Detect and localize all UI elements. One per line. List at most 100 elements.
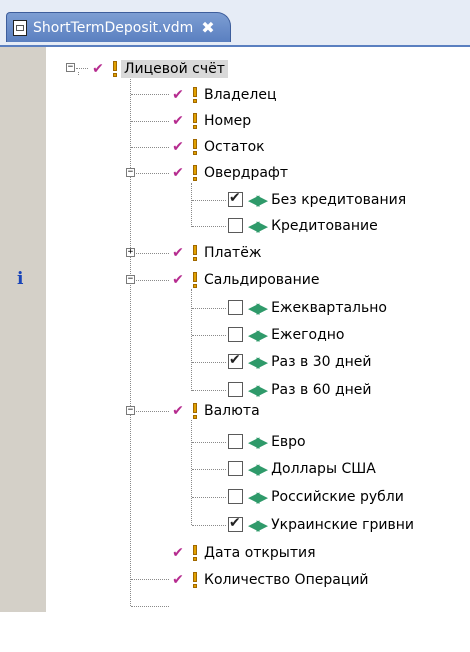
check-icon: ✔ [172, 571, 184, 588]
option-checkbox[interactable] [228, 382, 243, 397]
tree-line [130, 75, 131, 606]
option-checkbox[interactable] [228, 489, 243, 504]
tree-line [192, 200, 226, 201]
tree-node-balance[interactable]: ✔ Остаток [170, 134, 265, 159]
tree-node-payment[interactable]: ✔ Платёж [170, 240, 261, 265]
alternative-arrows-icon: ◀▶ [248, 380, 268, 399]
tree-line [191, 420, 192, 525]
option-checkbox[interactable] [228, 218, 243, 233]
option-label: Украинские гривни [271, 516, 414, 533]
tree-node-owner[interactable]: ✔ Владелец [170, 82, 277, 107]
tree-line [136, 173, 169, 174]
tree-line [191, 289, 192, 391]
tree-line [192, 525, 226, 526]
option-label: Ежеквартально [271, 299, 387, 316]
node-label: Лицевой счёт [121, 59, 228, 78]
tree-line [191, 183, 192, 227]
tree-line [131, 147, 169, 148]
node-label: Сальдирование [204, 271, 320, 288]
node-label: Дата открытия [204, 544, 316, 561]
check-icon: ✔ [172, 271, 184, 288]
check-icon: ✔ [172, 544, 184, 561]
tree-node-overdraft[interactable]: ✔ Овердрафт [170, 160, 288, 185]
exclamation-icon [192, 402, 198, 419]
exclamation-icon [112, 60, 118, 77]
node-label: Овердрафт [204, 164, 289, 181]
alternative-arrows-icon: ◀▶ [248, 216, 268, 235]
option-checkbox[interactable] [228, 327, 243, 342]
alternative-arrows-icon: ◀▶ [248, 515, 268, 534]
option-checkbox[interactable] [228, 190, 243, 207]
alternative-arrows-icon: ◀▶ [248, 432, 268, 451]
tree-line [78, 72, 79, 75]
tree-node-account[interactable]: ✔ Лицевой счёт [90, 56, 228, 81]
option-label: Раз в 30 дней [271, 353, 372, 370]
tree-option-uah[interactable]: ◀▶ Украинские гривни [228, 512, 414, 537]
check-icon: ✔ [172, 402, 184, 419]
exclamation-icon [192, 244, 198, 261]
feature-tree: − ✔ Лицевой счёт ✔ Владелец ✔ Номер ✔ Ос… [0, 0, 470, 652]
node-label: Остаток [204, 138, 265, 155]
option-label: Доллары США [271, 460, 376, 477]
tree-option-usd[interactable]: ◀▶ Доллары США [228, 456, 376, 481]
tree-line [131, 121, 169, 122]
node-label: Владелец [204, 86, 277, 103]
option-label: Российские рубли [271, 488, 404, 505]
exclamation-icon [192, 112, 198, 129]
tree-option-yearly[interactable]: ◀▶ Ежегодно [228, 322, 344, 347]
check-icon: ✔ [92, 60, 104, 77]
tree-node-settlement[interactable]: ✔ Сальдирование [170, 267, 319, 292]
tree-node-number[interactable]: ✔ Номер [170, 108, 251, 133]
collapse-toggle[interactable]: − [126, 275, 135, 284]
tree-line [192, 390, 226, 391]
tree-node-currency[interactable]: ✔ Валюта [170, 398, 260, 423]
exclamation-icon [192, 164, 198, 181]
option-label: Евро [271, 433, 306, 450]
tree-line [192, 308, 226, 309]
tree-option-credit[interactable]: ◀▶ Кредитование [228, 213, 378, 238]
option-checkbox[interactable] [228, 434, 243, 449]
option-checkbox[interactable] [228, 515, 243, 532]
collapse-toggle[interactable]: − [126, 168, 135, 177]
expand-toggle[interactable]: + [126, 248, 135, 257]
collapse-toggle[interactable]: − [126, 406, 135, 415]
tree-option-rub[interactable]: ◀▶ Российские рубли [228, 484, 404, 509]
option-label: Кредитование [271, 217, 378, 234]
tree-line [192, 226, 226, 227]
option-checkbox[interactable] [228, 461, 243, 476]
option-label: Ежегодно [271, 326, 345, 343]
tree-line [131, 579, 169, 580]
check-icon: ✔ [172, 244, 184, 261]
option-checkbox[interactable] [228, 352, 243, 369]
option-label: Без кредитования [271, 191, 407, 208]
tree-line [131, 94, 169, 95]
check-icon: ✔ [172, 138, 184, 155]
alternative-arrows-icon: ◀▶ [248, 459, 268, 478]
tree-line [192, 442, 226, 443]
tree-line [192, 497, 226, 498]
node-label: Платёж [204, 244, 262, 261]
node-label: Количество Операций [204, 571, 369, 588]
alternative-arrows-icon: ◀▶ [248, 352, 268, 371]
alternative-arrows-icon: ◀▶ [248, 298, 268, 317]
alternative-arrows-icon: ◀▶ [248, 325, 268, 344]
option-label: Раз в 60 дней [271, 381, 372, 398]
tree-option-no-credit[interactable]: ◀▶ Без кредитования [228, 187, 406, 212]
alternative-arrows-icon: ◀▶ [248, 190, 268, 209]
tree-node-open-date[interactable]: ✔ Дата открытия [170, 540, 316, 565]
tree-line [192, 469, 226, 470]
exclamation-icon [192, 86, 198, 103]
exclamation-icon [192, 544, 198, 561]
tree-line [76, 68, 88, 69]
exclamation-icon [192, 271, 198, 288]
collapse-toggle[interactable]: − [66, 63, 75, 72]
tree-node-operations-count[interactable]: ✔ Количество Операций [170, 567, 369, 592]
option-checkbox[interactable] [228, 300, 243, 315]
tree-line [136, 411, 169, 412]
tree-option-euro[interactable]: ◀▶ Евро [228, 429, 306, 454]
tree-option-quarterly[interactable]: ◀▶ Ежеквартально [228, 295, 387, 320]
node-label: Валюта [204, 402, 260, 419]
node-label: Номер [204, 112, 252, 129]
tree-line [192, 335, 226, 336]
tree-option-30-days[interactable]: ◀▶ Раз в 30 дней [228, 349, 372, 374]
